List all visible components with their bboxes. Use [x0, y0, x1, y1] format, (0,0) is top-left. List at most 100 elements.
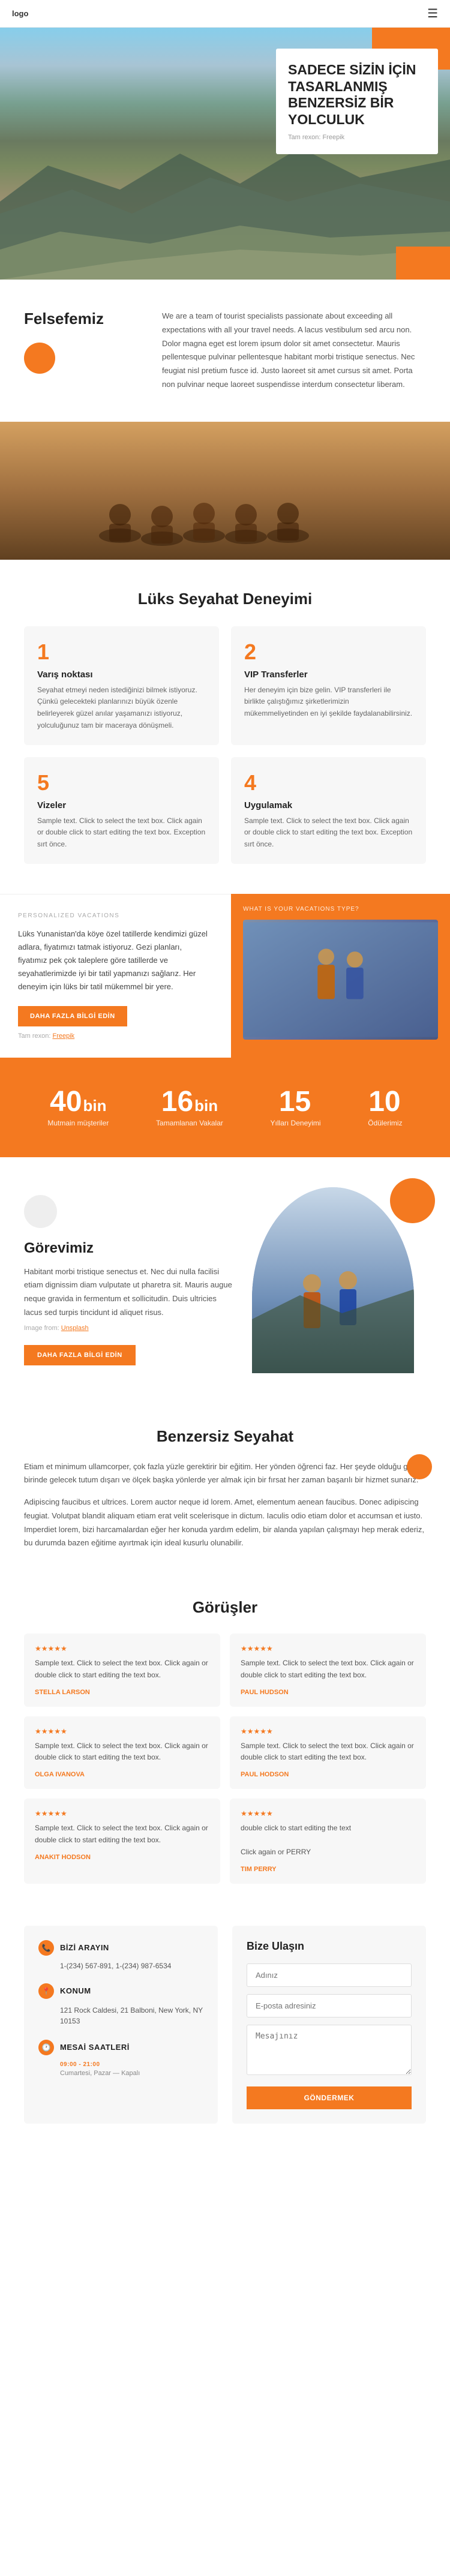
logo: logo: [12, 9, 28, 18]
luxury-card-title-4: Uygulamak: [244, 800, 413, 810]
stat-3-label: Yılları Deneyimi: [271, 1119, 321, 1127]
personalized-credit: Tam rexon: Freepik: [18, 1032, 213, 1040]
philosophy-left: Felsefemiz: [24, 310, 132, 374]
mission-title: Görevimiz: [24, 1240, 234, 1257]
hero-section: SADECE SİZİN İÇİN TASARLANMIŞ BENZERSİZ …: [0, 28, 450, 280]
stat-1-label: Mutmain müşteriler: [47, 1119, 109, 1127]
test-stars-5: ★★★★★: [35, 1809, 209, 1818]
luxury-card-text-1: Seyahat etmeyi neden istediğinizi bilmek…: [37, 684, 206, 732]
luxury-card-title-1: Varış noktası: [37, 669, 206, 680]
personalized-tag: PERSONALIZED VACATIONS: [18, 912, 213, 919]
contact-message-input[interactable]: [247, 2025, 412, 2075]
stat-1: 40 bin Mutmain müşteriler: [47, 1088, 109, 1127]
luxury-card-4: 4 Uygulamak Sample text. Click to select…: [231, 757, 426, 864]
contact-email-input[interactable]: [247, 1994, 412, 2017]
test-text-6: double click to start editing the textCl…: [241, 1823, 415, 1858]
test-card-5: ★★★★★ Sample text. Click to select the t…: [24, 1799, 220, 1883]
hero-background: SADECE SİZİN İÇİN TASARLANMIŞ BENZERSİZ …: [0, 28, 450, 280]
luxury-card-text-3: Sample text. Click to select the text bo…: [37, 815, 206, 851]
mission-circle-icon: [24, 1195, 57, 1228]
location-icon: 📍: [38, 1983, 54, 1999]
personalized-credit-link[interactable]: Freepik: [52, 1032, 74, 1040]
test-stars-3: ★★★★★: [35, 1727, 209, 1736]
unique-section: Benzersiz Seyahat Etiam et minimum ullam…: [0, 1403, 450, 1581]
contact-form-col: Bize Ulaşın GÖNDERMEK: [232, 1926, 426, 2124]
personalized-text: Lüks Yunanistan'da köye özel tatillerde …: [18, 927, 213, 993]
test-name-2: PAUL HUDSON: [241, 1689, 415, 1696]
mission-section: Görevimiz Habitant morbi tristique senec…: [0, 1157, 450, 1403]
address-title: KONUM: [60, 1986, 91, 1995]
hero-title: SADECE SİZİN İÇİN TASARLANMIŞ BENZERSİZ …: [288, 62, 426, 128]
contact-name-input[interactable]: [247, 1963, 412, 1987]
clock-icon: 🕐: [38, 2040, 54, 2055]
stat-1-number: 40: [50, 1088, 82, 1116]
contact-info-col: 📞 BİZİ ARAYIN 1-(234) 567-891, 1-(234) 9…: [24, 1926, 218, 2124]
mission-right: [252, 1187, 426, 1373]
hours-label: 09:00 - 21:00: [60, 2061, 203, 2068]
testimonials-title: Görüşler: [24, 1598, 426, 1617]
test-name-3: OLGA IVANOVA: [35, 1771, 209, 1778]
group-photo: [0, 422, 450, 560]
luxury-title: Lüks Seyahat Deneyimi: [24, 590, 426, 608]
test-text-4: Sample text. Click to select the text bo…: [241, 1740, 415, 1764]
hours-days: Cumartesi, Pazar — Kapalı: [60, 2070, 203, 2077]
test-card-6: ★★★★★ double click to start editing the …: [230, 1799, 426, 1883]
hours-title: MESAİ SAATLERİ: [60, 2043, 130, 2052]
hero-subtitle: Tam rexon: Freepik: [288, 134, 426, 141]
testimonials-section: Görüşler ★★★★★ Sample text. Click to sel…: [0, 1580, 450, 1914]
stat-2: 16 bin Tamamlanan Vakalar: [156, 1088, 223, 1127]
test-name-5: ANAKIT HODSON: [35, 1854, 209, 1861]
mission-credit-link[interactable]: Unsplash: [61, 1325, 89, 1332]
luxury-num-2: 2: [244, 640, 413, 665]
test-text-5: Sample text. Click to select the text bo…: [35, 1823, 209, 1847]
luxury-grid: 1 Varış noktası Seyahat etmeyi neden ist…: [24, 626, 426, 864]
luxury-num-4: 4: [244, 770, 413, 795]
stat-4-number: 10: [368, 1088, 400, 1116]
location-section: 📍 KONUM 121 Rock Caldesi, 21 Balboni, Ne…: [38, 1983, 203, 2026]
stat-4-label: Ödülerimiz: [368, 1119, 402, 1127]
luxury-card-3: 5 Vizeler Sample text. Click to select t…: [24, 757, 219, 864]
hamburger-icon[interactable]: ☰: [427, 6, 438, 21]
philosophy-section: Felsefemiz We are a team of tourist spec…: [0, 280, 450, 422]
philosophy-circle: [24, 343, 55, 374]
test-stars-4: ★★★★★: [241, 1727, 415, 1736]
luxury-num-3: 5: [37, 770, 206, 795]
personalized-btn[interactable]: DAHA FAZLA BİLGİ EDİN: [18, 1006, 127, 1026]
luxury-section: Lüks Seyahat Deneyimi 1 Varış noktası Se…: [0, 560, 450, 894]
test-card-4: ★★★★★ Sample text. Click to select the t…: [230, 1716, 426, 1790]
address-text: 121 Rock Caldesi, 21 Balboni, New York, …: [38, 2005, 203, 2026]
contact-form-title: Bize Ulaşın: [247, 1940, 412, 1953]
stats-section: 40 bin Mutmain müşteriler 16 bin Tamamla…: [0, 1058, 450, 1157]
test-name-4: PAUL HODSON: [241, 1771, 415, 1778]
phone-icon: 📞: [38, 1940, 54, 1956]
test-card-1: ★★★★★ Sample text. Click to select the t…: [24, 1634, 220, 1707]
test-stars-6: ★★★★★: [241, 1809, 415, 1818]
stat-2-label: Tamamlanan Vakalar: [156, 1119, 223, 1127]
mission-btn[interactable]: DAHA FAZLA BİLGİ EDİN: [24, 1345, 136, 1365]
luxury-card-text-4: Sample text. Click to select the text bo…: [244, 815, 413, 851]
testimonials-grid: ★★★★★ Sample text. Click to select the t…: [24, 1634, 426, 1884]
stat-2-number: 16: [161, 1088, 193, 1116]
mission-orange-decor: [390, 1178, 435, 1223]
personalized-section: PERSONALIZED VACATIONS Lüks Yunanistan'd…: [0, 894, 450, 1057]
luxury-card-text-2: Her deneyim için bize gelin. VIP transfe…: [244, 684, 413, 720]
luxury-card-title-3: Vizeler: [37, 800, 206, 810]
header: logo ☰: [0, 0, 450, 28]
test-name-6: TIM PERRY: [241, 1866, 415, 1873]
stat-3-number: 15: [279, 1088, 311, 1116]
philosophy-text: We are a team of tourist specialists pas…: [162, 310, 426, 392]
stat-2-unit: bin: [194, 1097, 218, 1115]
test-text-1: Sample text. Click to select the text bo…: [35, 1658, 209, 1682]
mission-credit: Image from: Unsplash: [24, 1325, 234, 1332]
philosophy-title: Felsefemiz: [24, 310, 132, 328]
unique-orange-circle: [407, 1454, 432, 1479]
contact-submit-btn[interactable]: GÖNDERMEK: [247, 2086, 412, 2109]
phone-number: 1-(234) 567-891, 1-(234) 987-6534: [38, 1962, 203, 1970]
test-name-1: STELLA LARSON: [35, 1689, 209, 1696]
mission-text: Habitant morbi tristique senectus et. Ne…: [24, 1265, 234, 1320]
unique-text-2: Adipiscing faucibus et ultrices. Lorem a…: [24, 1496, 426, 1550]
hero-orange-bottom: [396, 247, 450, 280]
unique-text-1: Etiam et minimum ullamcorper, çok fazla …: [24, 1460, 426, 1488]
test-stars-1: ★★★★★: [35, 1644, 209, 1653]
stat-4: 10 Ödülerimiz: [368, 1088, 402, 1127]
